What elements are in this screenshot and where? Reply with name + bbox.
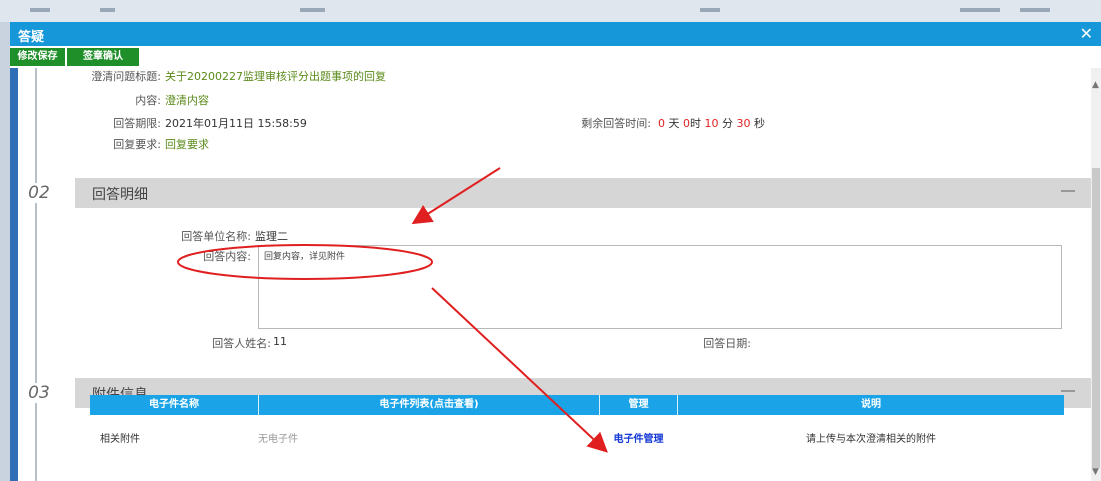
annotation-arrow-2 (431, 287, 608, 453)
annotation-ellipse (177, 244, 433, 280)
annotation-overlay (177, 167, 608, 453)
annotation-arrow-1 (411, 167, 501, 225)
